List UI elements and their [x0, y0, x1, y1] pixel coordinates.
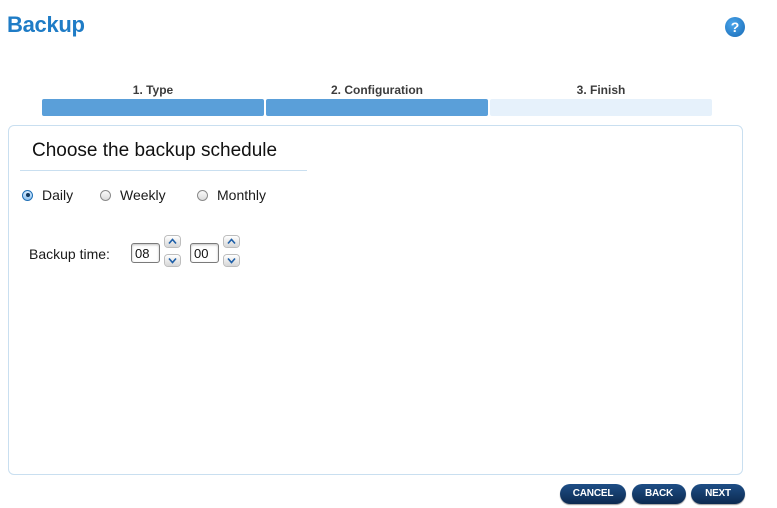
radio-label: Monthly — [217, 187, 267, 203]
step-label: 3. Finish — [576, 83, 626, 97]
panel-heading: Choose the backup schedule — [32, 140, 278, 161]
cancel-button[interactable]: CANCEL — [560, 484, 626, 504]
step-configuration: 2. Configuration — [266, 80, 488, 120]
radio-button-checked[interactable] — [22, 189, 33, 201]
hour-input[interactable] — [131, 243, 160, 263]
minute-increment-button[interactable] — [224, 236, 239, 247]
step-progress-bar — [266, 99, 488, 116]
step-label: 2. Configuration — [331, 83, 423, 97]
chevron-down-icon — [227, 257, 236, 264]
chevron-up-icon — [168, 238, 177, 245]
radio-button[interactable] — [197, 189, 208, 201]
back-button[interactable]: BACK — [632, 484, 686, 504]
chevron-up-icon — [227, 238, 236, 245]
backup-time-label: Backup time: — [29, 246, 110, 262]
radio-label: Daily — [42, 187, 74, 203]
radio-daily[interactable]: Daily — [22, 185, 73, 205]
help-icon[interactable]: ? — [725, 17, 745, 37]
step-finish: 3. Finish — [490, 80, 712, 120]
heading-divider — [20, 170, 307, 171]
chevron-down-icon — [168, 257, 177, 264]
minute-input[interactable] — [190, 243, 219, 263]
wizard-steps: 1. Type 2. Configuration 3. Finish — [42, 80, 714, 120]
hour-decrement-button[interactable] — [165, 255, 180, 266]
radio-button[interactable] — [100, 189, 111, 201]
next-button[interactable]: NEXT — [691, 484, 745, 504]
step-progress-bar — [490, 99, 712, 116]
page-title: Backup — [7, 12, 85, 37]
hour-increment-button[interactable] — [165, 236, 180, 247]
step-type: 1. Type — [42, 80, 264, 120]
radio-label: Weekly — [120, 187, 166, 203]
radio-weekly[interactable]: Weekly — [100, 185, 166, 205]
step-progress-bar — [42, 99, 264, 116]
schedule-panel: Choose the backup schedule Daily Weekly … — [8, 125, 743, 475]
radio-monthly[interactable]: Monthly — [197, 185, 266, 205]
step-label: 1. Type — [132, 83, 174, 97]
minute-decrement-button[interactable] — [224, 255, 239, 266]
